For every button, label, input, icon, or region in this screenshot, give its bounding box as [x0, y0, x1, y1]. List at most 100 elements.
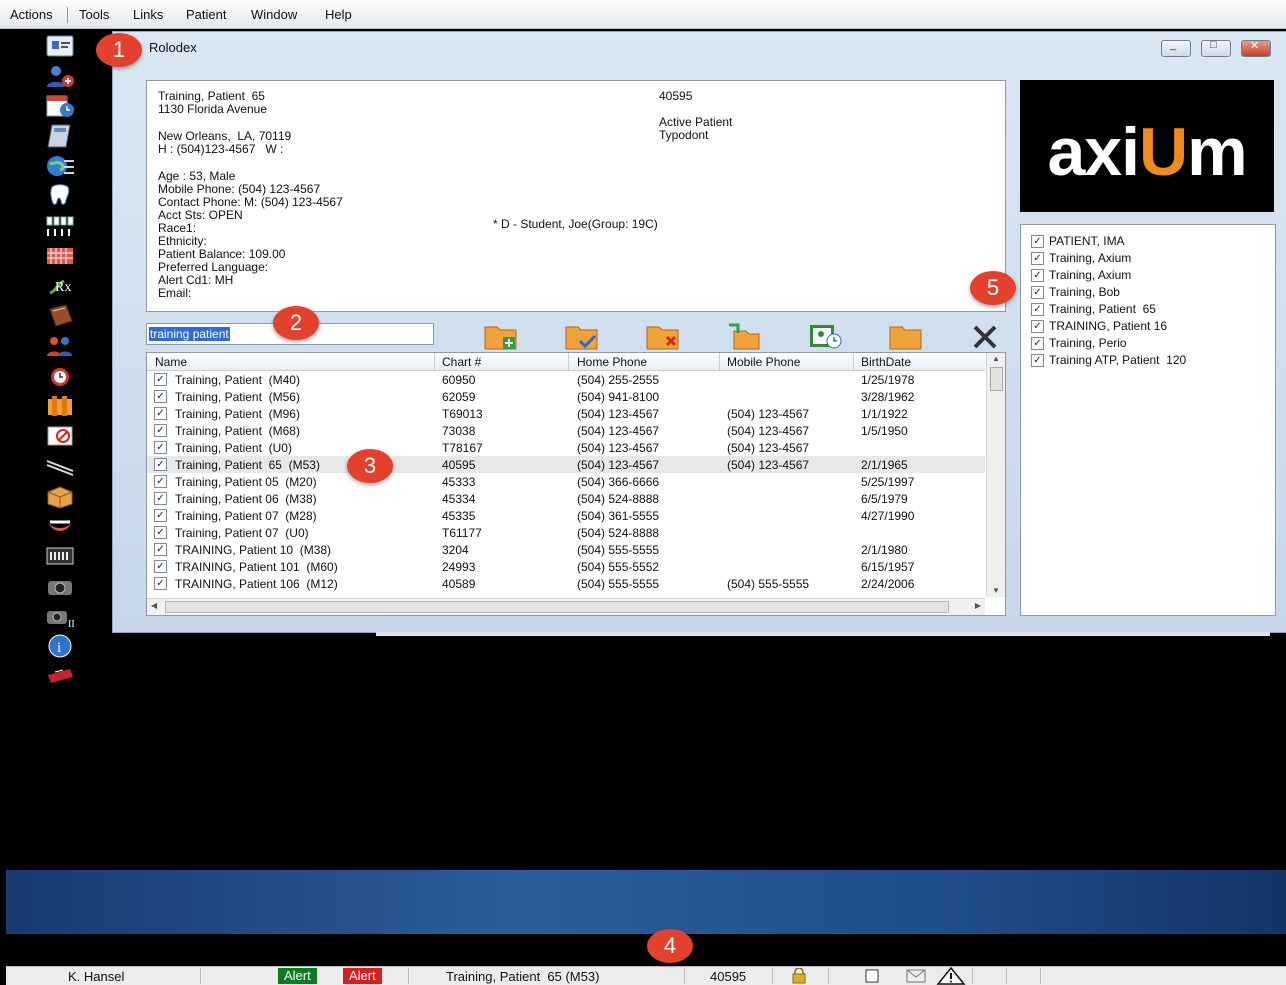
column-divider	[853, 353, 854, 370]
table-row[interactable]: ✓ Training, Patient (M56) 62059 (504) 941-8…	[147, 388, 985, 405]
column-mobile-phone[interactable]: Mobile Phone	[727, 355, 800, 369]
column-home-phone[interactable]: Home Phone	[577, 355, 647, 369]
list-item-label: Training, Perio	[1049, 336, 1127, 350]
schedule-icon[interactable]	[44, 93, 76, 119]
table-row[interactable]: ✓ Training, Patient 07 (M28) 45335 (504) 36…	[147, 507, 985, 524]
table-row-selected[interactable]: ✓ Training, Patient 65 (M53) 40595 (504) 12…	[147, 456, 985, 473]
globe-icon[interactable]	[44, 153, 76, 179]
table-row[interactable]: ✓ TRAINING, Patient 106 (M12) 40589 (504) 5…	[147, 575, 985, 592]
menu-patient[interactable]: Patient	[186, 7, 226, 22]
prescription-icon[interactable]: Rx	[44, 273, 76, 299]
xray-icon[interactable]	[44, 543, 76, 569]
menu-links[interactable]: Links	[133, 7, 163, 22]
scroll-thumb[interactable]	[990, 367, 1003, 391]
scroll-up-icon[interactable]: ▲	[992, 354, 1000, 363]
dentures-icon[interactable]	[44, 513, 76, 539]
table-row[interactable]: ✓ Training, Patient 07 (U0) T61177 (504) 52…	[147, 524, 985, 541]
row-checkbox[interactable]: ✓	[154, 509, 167, 522]
lock-icon[interactable]	[790, 968, 808, 984]
periodontal-icon[interactable]	[44, 243, 76, 269]
add-folder-icon[interactable]	[483, 321, 519, 351]
list-item-checkbox[interactable]: ✓	[1031, 235, 1044, 248]
horizontal-scrollbar[interactable]: ◀ ▶	[147, 598, 985, 615]
list-item-checkbox[interactable]: ✓	[1031, 269, 1044, 282]
column-name[interactable]: Name	[155, 355, 187, 369]
camera-two-icon[interactable]: II	[44, 603, 76, 629]
cell-name: Training, Patient (M56)	[175, 390, 300, 404]
calculator-icon[interactable]	[44, 123, 76, 149]
row-checkbox[interactable]: ✓	[154, 560, 167, 573]
users-icon[interactable]	[44, 333, 76, 359]
appointment-icon[interactable]	[807, 321, 843, 351]
scroll-right-icon[interactable]: ▶	[975, 601, 981, 610]
scroll-thumb[interactable]	[165, 601, 949, 613]
cell-home-phone: (504) 366-6666	[577, 475, 660, 489]
row-checkbox[interactable]: ✓	[154, 373, 167, 386]
vertical-scrollbar[interactable]: ▲ ▼	[986, 353, 1005, 597]
row-checkbox[interactable]: ✓	[154, 407, 167, 420]
status-alert-green[interactable]: Alert	[278, 968, 317, 984]
grid-header: Name Chart # Home Phone Mobile Phone Bir…	[147, 353, 985, 371]
row-checkbox[interactable]: ✓	[154, 441, 167, 454]
table-row[interactable]: ✓ Training, Patient 05 (M20) 45333 (504) 36…	[147, 473, 985, 490]
column-birthdate[interactable]: BirthDate	[861, 355, 911, 369]
info-icon[interactable]: i	[44, 633, 76, 659]
delete-folder-icon[interactable]	[645, 321, 681, 351]
row-checkbox[interactable]: ✓	[154, 526, 167, 539]
row-checkbox[interactable]: ✓	[154, 458, 167, 471]
row-checkbox[interactable]: ✓	[154, 577, 167, 590]
list-item-checkbox[interactable]: ✓	[1031, 286, 1044, 299]
mail-icon[interactable]	[906, 969, 926, 983]
box-icon[interactable]	[44, 483, 76, 509]
menu-actions[interactable]: Actions	[10, 7, 53, 22]
cell-mobile-phone: (504) 123-4567	[727, 407, 810, 421]
tools-icon[interactable]	[969, 321, 1005, 351]
tooth-icon[interactable]	[44, 183, 76, 209]
scroll-left-icon[interactable]: ◀	[151, 601, 157, 610]
table-row[interactable]: ✓ TRAINING, Patient 101 (M60) 24993 (504) 5…	[147, 558, 985, 575]
dental-instrument-icon[interactable]	[44, 453, 76, 479]
table-row[interactable]: ✓ Training, Patient (M68) 73038 (504) 123-4…	[147, 422, 985, 439]
menu-window[interactable]: Window	[251, 7, 297, 22]
list-item-checkbox[interactable]: ✓	[1031, 320, 1044, 333]
move-folder-icon[interactable]	[726, 321, 762, 351]
patient-race: Race1:	[158, 221, 197, 235]
table-row[interactable]: ✓ Training, Patient (M96) T69013 (504) 123-…	[147, 405, 985, 422]
status-alert-red[interactable]: Alert	[343, 968, 382, 984]
camera-icon[interactable]	[44, 573, 76, 599]
svg-text:Rx: Rx	[55, 280, 71, 295]
table-row[interactable]: ✓ TRAINING, Patient 10 (M38) 3204 (504) 555…	[147, 541, 985, 558]
no-entry-icon[interactable]	[44, 423, 76, 449]
edit-folder-icon[interactable]	[564, 321, 600, 351]
square-icon[interactable]	[864, 969, 880, 983]
menu-help[interactable]: Help	[325, 7, 352, 22]
cards-icon[interactable]	[44, 393, 76, 419]
warning-icon[interactable]	[936, 967, 966, 985]
book-icon[interactable]	[44, 303, 76, 329]
open-folder-icon[interactable]	[888, 321, 924, 351]
row-checkbox[interactable]: ✓	[154, 475, 167, 488]
scroll-down-icon[interactable]: ▼	[992, 586, 1000, 595]
toolbox-icon[interactable]	[44, 663, 76, 689]
teeth-chart-icon[interactable]	[44, 213, 76, 239]
minimize-button[interactable]: _	[1161, 39, 1191, 57]
list-item-checkbox[interactable]: ✓	[1031, 303, 1044, 316]
table-row[interactable]: ✓ Training, Patient (M40) 60950 (504) 255-2…	[147, 371, 985, 388]
table-row[interactable]: ✓ Training, Patient 06 (M38) 45334 (504) 52…	[147, 490, 985, 507]
list-item-checkbox[interactable]: ✓	[1031, 337, 1044, 350]
close-button[interactable]: ✕	[1241, 40, 1271, 57]
add-patient-icon[interactable]	[44, 63, 76, 89]
row-checkbox[interactable]: ✓	[154, 492, 167, 505]
menu-tools[interactable]: Tools	[79, 7, 109, 22]
row-checkbox[interactable]: ✓	[154, 424, 167, 437]
row-checkbox[interactable]: ✓	[154, 390, 167, 403]
list-item-checkbox[interactable]: ✓	[1031, 354, 1044, 367]
list-item-checkbox[interactable]: ✓	[1031, 252, 1044, 265]
alarm-clock-icon[interactable]	[44, 363, 76, 389]
column-chart[interactable]: Chart #	[442, 355, 481, 369]
cell-birthdate: 6/5/1979	[861, 492, 908, 506]
rolodex-icon[interactable]	[44, 33, 76, 59]
row-checkbox[interactable]: ✓	[154, 543, 167, 556]
maximize-button[interactable]: □	[1201, 39, 1231, 57]
table-row[interactable]: ✓ Training, Patient (U0) T78167 (504) 123-4…	[147, 439, 985, 456]
